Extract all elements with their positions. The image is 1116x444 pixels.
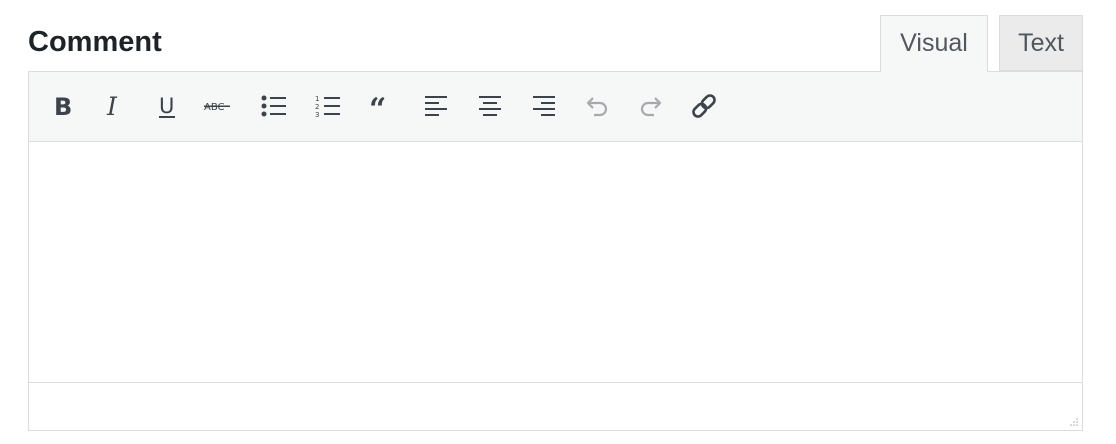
underline-button[interactable]: U	[150, 89, 184, 123]
comment-editor: B I U ABC 1 2 3 “	[28, 71, 1083, 431]
bulleted-list-icon	[261, 95, 286, 117]
tab-visual[interactable]: Visual	[880, 15, 988, 72]
strikethrough-icon: ABC	[204, 102, 230, 113]
underline-icon: U	[159, 94, 175, 118]
svg-text:U: U	[159, 94, 174, 118]
blockquote-icon: “	[369, 93, 386, 119]
svg-text:ABC: ABC	[204, 102, 225, 113]
italic-button[interactable]: I	[97, 89, 131, 123]
insert-link-button[interactable]	[687, 89, 721, 123]
align-left-button[interactable]	[419, 89, 453, 123]
bulleted-list-button[interactable]	[257, 89, 291, 123]
editor-status-bar	[29, 382, 1082, 430]
align-center-button[interactable]	[473, 89, 507, 123]
undo-icon	[586, 97, 608, 117]
svg-text:1: 1	[315, 95, 319, 103]
redo-button[interactable]	[633, 89, 667, 123]
bold-button[interactable]: B	[45, 89, 79, 123]
blockquote-button[interactable]: “	[365, 89, 399, 123]
svg-text:“: “	[369, 93, 386, 119]
align-right-icon	[533, 96, 555, 116]
svg-text:3: 3	[315, 111, 319, 119]
align-left-icon	[425, 96, 447, 116]
bold-icon: B	[54, 93, 72, 119]
strikethrough-button[interactable]: ABC	[201, 89, 235, 123]
comment-label: Comment	[28, 26, 162, 58]
undo-button[interactable]	[581, 89, 615, 123]
align-right-button[interactable]	[527, 89, 561, 123]
redo-icon	[640, 97, 662, 117]
italic-icon: I	[106, 93, 118, 119]
svg-text:I: I	[106, 93, 118, 119]
numbered-list-button[interactable]: 1 2 3	[311, 89, 345, 123]
svg-text:B: B	[54, 93, 72, 119]
resize-handle-icon[interactable]	[1068, 416, 1078, 426]
comment-text-area[interactable]	[29, 142, 1082, 382]
tab-text[interactable]: Text	[999, 15, 1083, 71]
link-icon	[692, 94, 716, 118]
editor-toolbar: B I U ABC 1 2 3 “	[29, 72, 1082, 142]
align-center-icon	[479, 96, 501, 116]
numbered-list-icon: 1 2 3	[315, 95, 340, 119]
svg-text:2: 2	[315, 103, 319, 111]
